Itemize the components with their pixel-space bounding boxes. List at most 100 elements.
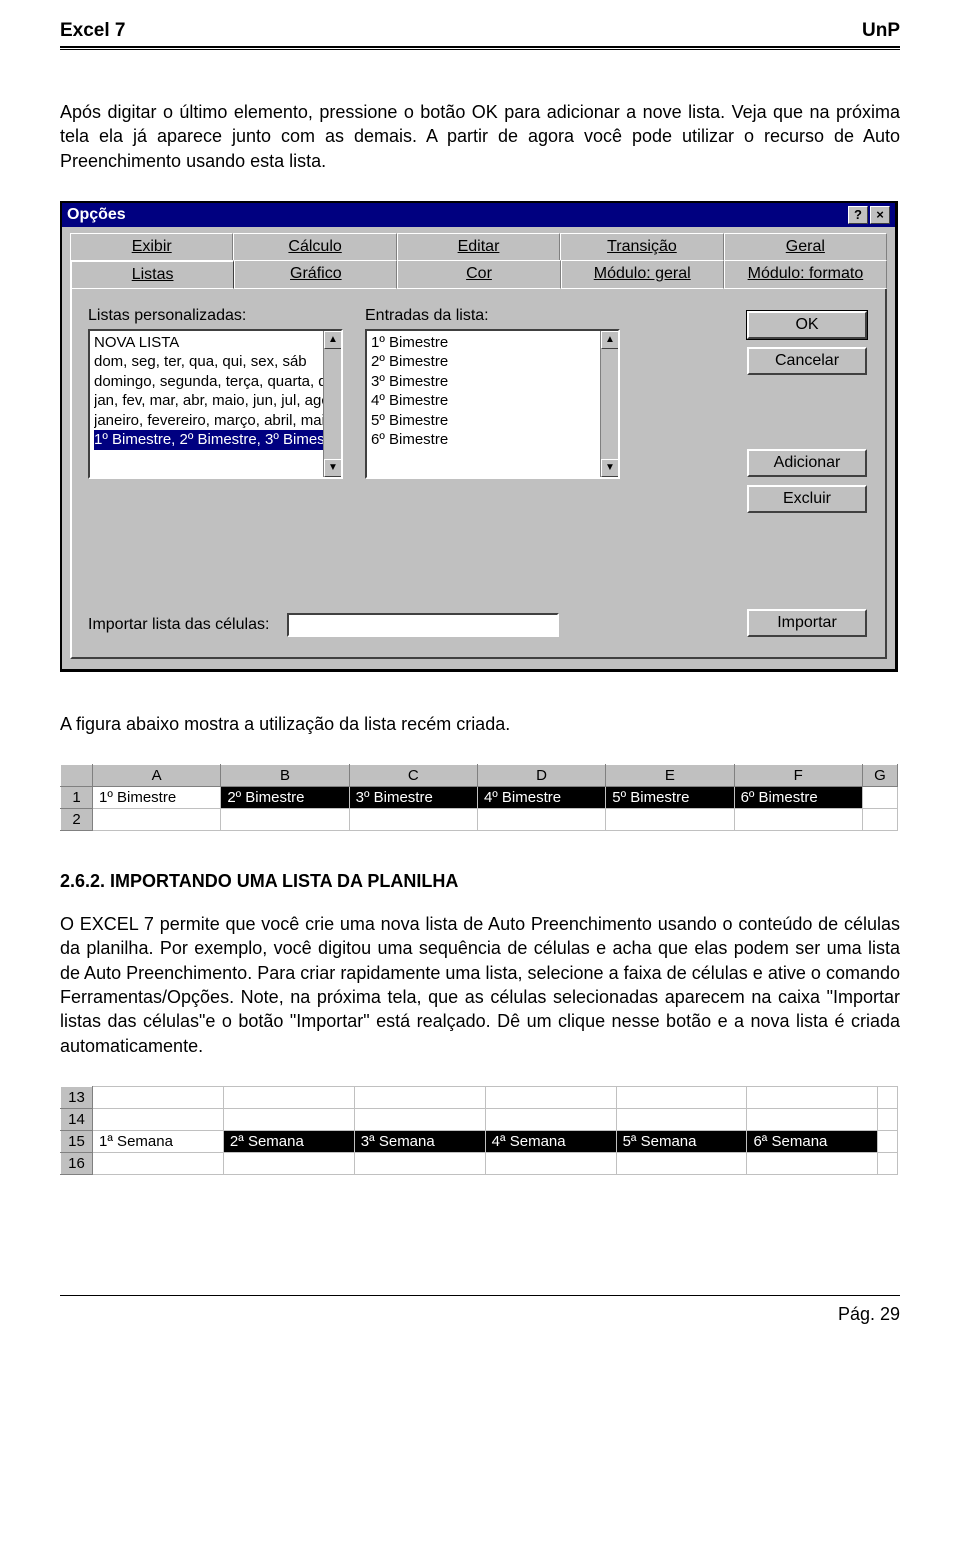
tab-cor[interactable]: Cor: [397, 260, 560, 289]
page-header: Excel 7 UnP: [60, 20, 900, 42]
list-item[interactable]: 1º Bimestre, 2º Bimestre, 3º Bimestr: [94, 430, 337, 450]
col-header[interactable]: D: [477, 765, 605, 787]
cell[interactable]: [354, 1086, 485, 1108]
cell[interactable]: [747, 1152, 878, 1174]
tab-geral[interactable]: Geral: [724, 233, 887, 260]
custom-lists-box[interactable]: NOVA LISTA dom, seg, ter, qua, qui, sex,…: [88, 329, 343, 479]
cell[interactable]: [93, 1108, 224, 1130]
cell[interactable]: [606, 809, 734, 831]
entry-item: 5º Bimestre: [371, 411, 614, 431]
section-heading: 2.6.2. IMPORTANDO UMA LISTA DA PLANILHA: [60, 871, 900, 892]
row-header[interactable]: 16: [61, 1152, 93, 1174]
col-header[interactable]: E: [606, 765, 734, 787]
list-item[interactable]: dom, seg, ter, qua, qui, sex, sáb: [94, 352, 337, 372]
scroll-down-icon[interactable]: ▼: [601, 459, 619, 477]
cell[interactable]: [734, 809, 862, 831]
scroll-down-icon[interactable]: ▼: [324, 459, 342, 477]
tab-grafico[interactable]: Gráfico: [234, 260, 397, 289]
cell[interactable]: [878, 1086, 898, 1108]
header-right: UnP: [862, 20, 900, 42]
tab-modulo-geral[interactable]: Módulo: geral: [561, 260, 724, 289]
close-icon[interactable]: ×: [870, 206, 890, 224]
row-header[interactable]: 2: [61, 809, 93, 831]
cell[interactable]: [477, 809, 605, 831]
cell[interactable]: [223, 1108, 354, 1130]
cancel-button[interactable]: Cancelar: [747, 347, 867, 375]
corner-cell[interactable]: [61, 765, 93, 787]
cell[interactable]: [354, 1108, 485, 1130]
cell[interactable]: [616, 1108, 747, 1130]
list-item[interactable]: NOVA LISTA: [94, 333, 337, 353]
cell[interactable]: [221, 809, 349, 831]
table-row: 14: [61, 1108, 898, 1130]
row-header[interactable]: 15: [61, 1130, 93, 1152]
col-header[interactable]: A: [93, 765, 221, 787]
delete-button[interactable]: Excluir: [747, 485, 867, 513]
cell[interactable]: 6º Bimestre: [734, 787, 862, 809]
dialog-tabs: Exibir Cálculo Editar Transição Geral Li…: [70, 233, 887, 289]
scroll-up-icon[interactable]: ▲: [324, 331, 342, 349]
cell[interactable]: 4º Bimestre: [477, 787, 605, 809]
cell[interactable]: [878, 1152, 898, 1174]
cell[interactable]: 1º Bimestre: [93, 787, 221, 809]
tab-calculo[interactable]: Cálculo: [233, 233, 396, 260]
cell[interactable]: 2ª Semana: [223, 1130, 354, 1152]
header-left: Excel 7: [60, 20, 126, 42]
cell[interactable]: [747, 1086, 878, 1108]
col-header[interactable]: C: [349, 765, 477, 787]
cell[interactable]: [354, 1152, 485, 1174]
cell[interactable]: 5ª Semana: [616, 1130, 747, 1152]
tab-editar[interactable]: Editar: [397, 233, 560, 260]
list-item[interactable]: domingo, segunda, terça, quarta, q: [94, 372, 337, 392]
cell[interactable]: [93, 1086, 224, 1108]
cell[interactable]: [485, 1152, 616, 1174]
ok-button[interactable]: OK: [747, 311, 867, 339]
cell[interactable]: [878, 1108, 898, 1130]
cell[interactable]: [878, 1130, 898, 1152]
row-header[interactable]: 14: [61, 1108, 93, 1130]
cell[interactable]: 6ª Semana: [747, 1130, 878, 1152]
tab-listas[interactable]: Listas: [70, 260, 234, 289]
cell[interactable]: 4ª Semana: [485, 1130, 616, 1152]
tab-transicao[interactable]: Transição: [560, 233, 723, 260]
col-header[interactable]: F: [734, 765, 862, 787]
cell[interactable]: [93, 809, 221, 831]
cell[interactable]: [747, 1108, 878, 1130]
label-import: Importar lista das células:: [88, 616, 269, 634]
page-footer: Pág. 29: [60, 1295, 900, 1325]
entries-box[interactable]: 1º Bimestre 2º Bimestre 3º Bimestre 4º B…: [365, 329, 620, 479]
cell[interactable]: [862, 787, 897, 809]
add-button[interactable]: Adicionar: [747, 449, 867, 477]
cell[interactable]: [223, 1152, 354, 1174]
cell[interactable]: [93, 1152, 224, 1174]
import-range-input[interactable]: [287, 613, 559, 637]
cell[interactable]: [485, 1108, 616, 1130]
cell[interactable]: [616, 1086, 747, 1108]
import-button[interactable]: Importar: [747, 609, 867, 637]
cell[interactable]: 5º Bimestre: [606, 787, 734, 809]
col-header[interactable]: G: [862, 765, 897, 787]
cell[interactable]: [862, 809, 897, 831]
cell[interactable]: [485, 1086, 616, 1108]
cell[interactable]: 1ª Semana: [93, 1130, 224, 1152]
caption-paragraph: A figura abaixo mostra a utilização da l…: [60, 712, 900, 736]
cell[interactable]: 2º Bimestre: [221, 787, 349, 809]
cell[interactable]: 3º Bimestre: [349, 787, 477, 809]
row-header[interactable]: 13: [61, 1086, 93, 1108]
scroll-up-icon[interactable]: ▲: [601, 331, 619, 349]
tab-exibir[interactable]: Exibir: [70, 233, 233, 260]
cell[interactable]: [616, 1152, 747, 1174]
cell[interactable]: 3ª Semana: [354, 1130, 485, 1152]
row-header[interactable]: 1: [61, 787, 93, 809]
intro-paragraph: Após digitar o último elemento, pression…: [60, 100, 900, 173]
cell[interactable]: [223, 1086, 354, 1108]
list-item[interactable]: jan, fev, mar, abr, maio, jun, jul, agc: [94, 391, 337, 411]
dialog-titlebar: Opções ? ×: [62, 203, 895, 227]
list-item[interactable]: janeiro, fevereiro, março, abril, maio: [94, 411, 337, 431]
col-header[interactable]: B: [221, 765, 349, 787]
scrollbar[interactable]: ▲ ▼: [323, 331, 341, 477]
scrollbar[interactable]: ▲ ▼: [600, 331, 618, 477]
help-icon[interactable]: ?: [848, 206, 868, 224]
cell[interactable]: [349, 809, 477, 831]
tab-modulo-formato[interactable]: Módulo: formato: [724, 260, 887, 289]
